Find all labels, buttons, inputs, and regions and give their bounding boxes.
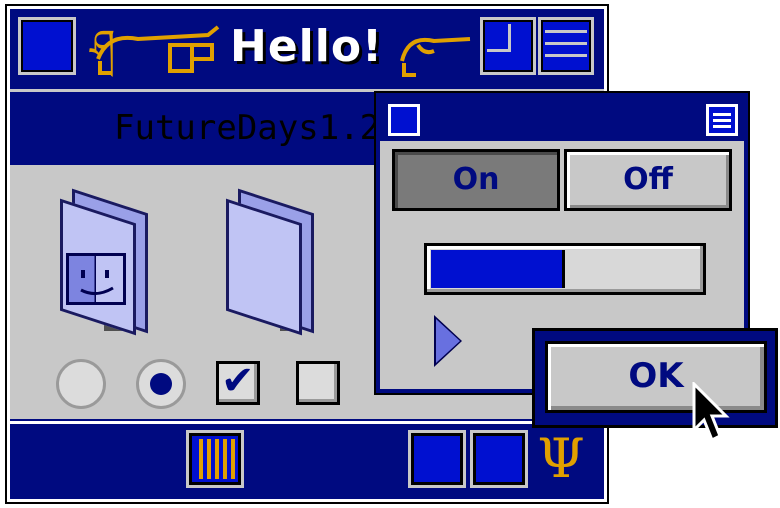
subtitle: FutureDays1.2 <box>114 108 381 148</box>
progress-bar <box>424 243 706 295</box>
grid-button[interactable] <box>186 430 244 488</box>
bottom-button-1[interactable] <box>408 430 466 488</box>
disclosure-triangle-icon[interactable] <box>436 319 460 363</box>
flourish-icon <box>96 25 220 75</box>
folder-icon[interactable] <box>220 188 330 336</box>
bottom-bar: Ψ <box>10 421 604 499</box>
ok-dialog: OK <box>532 328 778 428</box>
collapse-box[interactable] <box>538 17 594 75</box>
radio-button-checked[interactable] <box>136 359 186 409</box>
arrow-cursor-icon <box>692 382 730 443</box>
flourish-right-icon <box>400 37 471 77</box>
radio-button-unchecked[interactable] <box>56 359 106 409</box>
window-title: Hello! <box>230 21 384 72</box>
bottom-button-2[interactable] <box>470 430 528 488</box>
checkmark-icon: ✔ <box>221 358 255 404</box>
ok-button[interactable]: OK <box>545 341 767 413</box>
trident-icon[interactable]: Ψ <box>536 424 586 494</box>
on-button[interactable]: On <box>392 149 560 211</box>
progress-fill <box>431 250 565 288</box>
radio-dot-icon <box>150 373 172 395</box>
close-box[interactable] <box>18 17 76 75</box>
off-button[interactable]: Off <box>564 149 732 211</box>
control-close-box[interactable] <box>388 104 420 136</box>
finder-face-icon <box>66 253 126 305</box>
zoom-inner-icon <box>487 24 511 52</box>
control-menu-box[interactable] <box>706 104 738 136</box>
main-titlebar[interactable]: ཤ Hello! <box>10 9 604 84</box>
checkbox-unchecked[interactable] <box>296 361 340 405</box>
finder-folder-icon[interactable] <box>54 188 164 336</box>
control-window-titlebar[interactable] <box>380 97 744 141</box>
zoom-box[interactable] <box>480 17 536 75</box>
checkbox-checked[interactable]: ✔ <box>216 358 260 405</box>
